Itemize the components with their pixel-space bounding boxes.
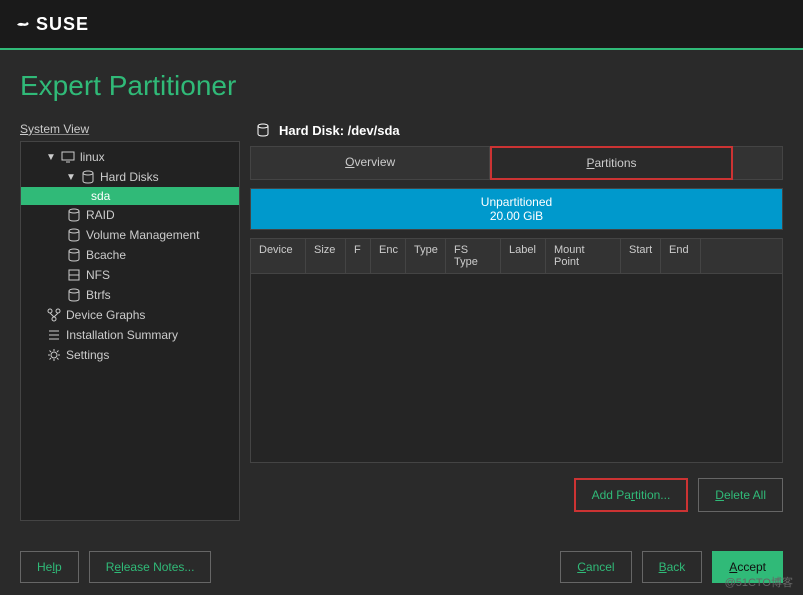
- disk-icon: [66, 247, 82, 263]
- partition-bar[interactable]: Unpartitioned 20.00 GiB: [250, 188, 783, 230]
- monitor-icon: [60, 149, 76, 165]
- footer-left: Help Release Notes...: [20, 551, 211, 583]
- tab-spacer: [733, 146, 783, 180]
- help-button[interactable]: Help: [20, 551, 79, 583]
- list-icon: [46, 327, 62, 343]
- tree-item-hard-disks[interactable]: ▼Hard Disks: [21, 167, 239, 187]
- col-label[interactable]: Label: [501, 239, 546, 273]
- brand-logo: SUSE: [15, 14, 89, 35]
- release-notes-button[interactable]: Release Notes...: [89, 551, 212, 583]
- col-mountpoint[interactable]: Mount Point: [546, 239, 621, 273]
- disk-icon: [66, 207, 82, 223]
- add-partition-button[interactable]: Add Partition...: [574, 478, 689, 512]
- back-button[interactable]: Back: [642, 551, 703, 583]
- brand-text: SUSE: [36, 14, 89, 35]
- action-buttons: Add Partition... Delete All: [250, 478, 783, 512]
- tree-item-raid[interactable]: RAID: [21, 205, 239, 225]
- disk-icon: [255, 122, 271, 138]
- col-enc[interactable]: Enc: [371, 239, 406, 273]
- collapse-icon: ▼: [66, 172, 76, 183]
- tree-item-volume-management[interactable]: Volume Management: [21, 225, 239, 245]
- disk-icon: [66, 227, 82, 243]
- partition-size: 20.00 GiB: [257, 209, 776, 223]
- watermark: @51CTO博客: [725, 574, 793, 590]
- content-row: System View ▼linux ▼Hard Disks sda RAID …: [20, 122, 783, 521]
- panel-header: Hard Disk: /dev/sda: [250, 122, 783, 138]
- table-header: Device Size F Enc Type FS Type Label Mou…: [251, 239, 782, 274]
- col-device[interactable]: Device: [251, 239, 306, 273]
- col-size[interactable]: Size: [306, 239, 346, 273]
- disk-icon: [80, 169, 96, 185]
- tree-item-sda[interactable]: sda: [21, 187, 239, 205]
- tree-item-bcache[interactable]: Bcache: [21, 245, 239, 265]
- tree-item-linux[interactable]: ▼linux: [21, 147, 239, 167]
- cancel-button[interactable]: Cancel: [560, 551, 631, 583]
- network-icon: [66, 267, 82, 283]
- col-start[interactable]: Start: [621, 239, 661, 273]
- col-type[interactable]: Type: [406, 239, 446, 273]
- chameleon-icon: [15, 16, 31, 32]
- app-header: SUSE: [0, 0, 803, 50]
- gear-icon: [46, 347, 62, 363]
- tree-view[interactable]: ▼linux ▼Hard Disks sda RAID Volume Manag…: [20, 141, 240, 521]
- right-panel: Hard Disk: /dev/sda Overview Partitions …: [250, 122, 783, 521]
- page-title: Expert Partitioner: [20, 70, 783, 102]
- tree-item-device-graphs[interactable]: Device Graphs: [21, 305, 239, 325]
- tree-item-settings[interactable]: Settings: [21, 345, 239, 365]
- tab-overview[interactable]: Overview: [250, 146, 490, 180]
- panel-header-text: Hard Disk: /dev/sda: [279, 123, 400, 138]
- delete-all-button[interactable]: Delete All: [698, 478, 783, 512]
- partition-table[interactable]: Device Size F Enc Type FS Type Label Mou…: [250, 238, 783, 463]
- partition-label: Unpartitioned: [257, 195, 776, 209]
- tree-item-nfs[interactable]: NFS: [21, 265, 239, 285]
- tree-item-btrfs[interactable]: Btrfs: [21, 285, 239, 305]
- tab-partitions[interactable]: Partitions: [490, 146, 732, 180]
- col-f[interactable]: F: [346, 239, 371, 273]
- graph-icon: [46, 307, 62, 323]
- collapse-icon: ▼: [46, 152, 56, 163]
- main-content: Expert Partitioner System View ▼linux ▼H…: [0, 50, 803, 541]
- col-end[interactable]: End: [661, 239, 701, 273]
- col-fstype[interactable]: FS Type: [446, 239, 501, 273]
- system-view-label: System View: [20, 122, 240, 136]
- footer: Help Release Notes... Cancel Back Accept: [0, 551, 803, 583]
- left-panel: System View ▼linux ▼Hard Disks sda RAID …: [20, 122, 240, 521]
- tree-item-installation-summary[interactable]: Installation Summary: [21, 325, 239, 345]
- tab-bar: Overview Partitions: [250, 146, 783, 180]
- disk-icon: [66, 287, 82, 303]
